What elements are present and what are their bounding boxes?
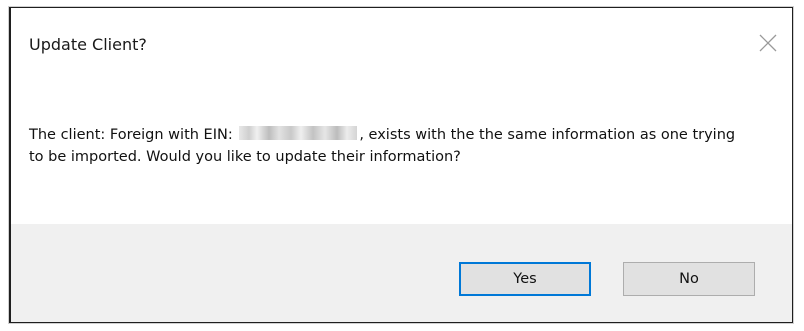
dialog-content: The client: Foreign with EIN: , exists w…: [11, 80, 792, 224]
update-client-dialog: Update Client? The client: Foreign with …: [9, 7, 793, 323]
no-button[interactable]: No: [623, 262, 755, 296]
message-prefix: The client: Foreign with EIN:: [29, 127, 233, 143]
dialog-footer: Yes No: [11, 224, 792, 322]
close-icon: [759, 34, 777, 52]
close-button[interactable]: [752, 27, 784, 59]
yes-button[interactable]: Yes: [459, 262, 591, 296]
dialog-titlebar: Update Client?: [11, 8, 792, 80]
dialog-title: Update Client?: [29, 35, 147, 54]
redacted-ein: [239, 126, 358, 140]
dialog-message: The client: Foreign with EIN: , exists w…: [29, 124, 749, 168]
